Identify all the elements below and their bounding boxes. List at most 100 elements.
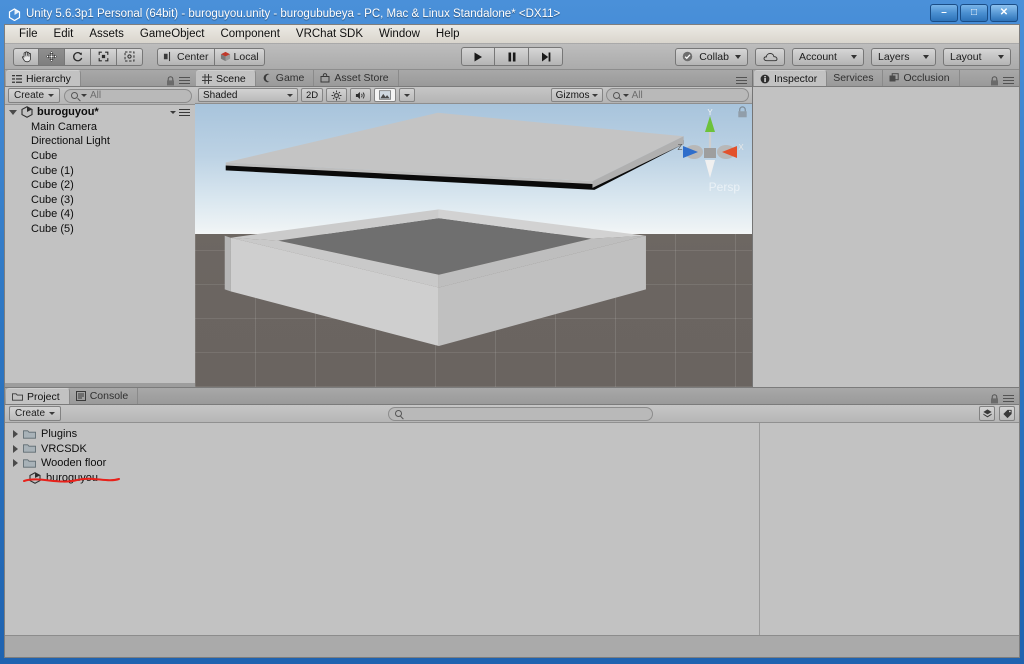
gizmo-y-label: Y bbox=[707, 108, 713, 117]
project-item-label: Plugins bbox=[41, 428, 78, 441]
window-titlebar: Unity 5.6.3p1 Personal (64bit) - buroguy… bbox=[4, 4, 1020, 24]
project-create-button[interactable]: Create bbox=[9, 406, 62, 421]
play-button[interactable] bbox=[461, 47, 495, 66]
hand-icon bbox=[21, 51, 31, 63]
hamburger-icon bbox=[179, 107, 190, 118]
scene-audio-button[interactable] bbox=[350, 88, 372, 102]
project-options-menu-icon[interactable] bbox=[1003, 393, 1014, 404]
hierarchy-item-directional-light[interactable]: Directional Light bbox=[5, 134, 195, 149]
minimize-icon: – bbox=[941, 7, 947, 18]
filter-by-label-button[interactable] bbox=[999, 406, 1015, 421]
scene-icon bbox=[21, 106, 33, 119]
tab-occlusion[interactable]: Occlusion bbox=[883, 70, 960, 86]
project-item-vrcsdk[interactable]: VRCSDK bbox=[5, 442, 759, 457]
scene-lock-icon[interactable] bbox=[737, 106, 748, 118]
layers-dropdown[interactable]: Layers bbox=[871, 47, 936, 66]
scene-context-menu-icon[interactable] bbox=[170, 107, 195, 118]
hierarchy-item-label: Main Camera bbox=[31, 120, 98, 133]
hierarchy-item-cube-5[interactable]: Cube (5) bbox=[5, 222, 195, 237]
move-icon bbox=[45, 50, 58, 63]
scene-effects-button[interactable] bbox=[374, 88, 397, 102]
folder-icon bbox=[23, 458, 36, 469]
chevron-down-icon bbox=[48, 94, 55, 97]
lock-icon[interactable] bbox=[990, 393, 999, 404]
toggle-2d-button[interactable]: 2D bbox=[301, 88, 324, 102]
gizmos-dropdown[interactable]: Gizmos bbox=[550, 88, 603, 102]
store-icon bbox=[320, 73, 330, 83]
rotate-tool-button[interactable] bbox=[65, 47, 91, 66]
hierarchy-item-main-camera[interactable]: Main Camera bbox=[5, 120, 195, 135]
hierarchy-tree[interactable]: buroguyou* Main Camera Directional Light… bbox=[5, 105, 195, 383]
menu-assets[interactable]: Assets bbox=[81, 26, 132, 42]
lock-icon[interactable] bbox=[990, 75, 999, 86]
scene-viewport[interactable]: Y X Z Persp bbox=[195, 104, 752, 387]
menu-vrchat-sdk[interactable]: VRChat SDK bbox=[288, 26, 371, 42]
tab-hierarchy-label: Hierarchy bbox=[26, 72, 71, 85]
menu-gameobject[interactable]: GameObject bbox=[132, 26, 213, 42]
tab-project[interactable]: Project bbox=[6, 388, 70, 404]
scene-lighting-button[interactable] bbox=[326, 88, 348, 102]
menu-window[interactable]: Window bbox=[371, 26, 428, 42]
rect-tool-button[interactable] bbox=[117, 47, 143, 66]
tab-inspector[interactable]: Inspector bbox=[754, 70, 828, 86]
hand-tool-button[interactable] bbox=[13, 47, 39, 66]
move-tool-button[interactable] bbox=[39, 47, 65, 66]
minimize-button[interactable]: – bbox=[930, 4, 958, 22]
occlusion-icon bbox=[889, 73, 900, 82]
project-item-wooden-floor[interactable]: Wooden floor bbox=[5, 456, 759, 471]
scene-search-input[interactable]: All bbox=[605, 88, 749, 102]
window-controls: – □ ✕ bbox=[930, 4, 1018, 22]
local-icon bbox=[220, 51, 230, 62]
menu-component[interactable]: Component bbox=[212, 26, 287, 42]
hierarchy-item-cube[interactable]: Cube bbox=[5, 149, 195, 164]
search-filter-icon bbox=[622, 93, 629, 97]
maximize-button[interactable]: □ bbox=[960, 4, 988, 22]
tab-scene[interactable]: Scene bbox=[196, 70, 256, 86]
project-item-plugins[interactable]: Plugins bbox=[5, 427, 759, 442]
hierarchy-item-cube-3[interactable]: Cube (3) bbox=[5, 193, 195, 208]
layout-dropdown[interactable]: Layout bbox=[943, 47, 1011, 66]
tab-game[interactable]: Game bbox=[256, 70, 315, 86]
tab-asset-store[interactable]: Asset Store bbox=[314, 70, 399, 86]
draw-mode-dropdown[interactable]: Shaded bbox=[198, 88, 298, 102]
hierarchy-scene-root[interactable]: buroguyou* bbox=[5, 105, 195, 120]
scene-options-menu-icon[interactable] bbox=[736, 75, 747, 86]
hierarchy-options-menu-icon[interactable] bbox=[179, 75, 190, 86]
rect-icon bbox=[124, 51, 135, 62]
project-item-buroguyou-scene[interactable]: buroguyou bbox=[5, 471, 759, 486]
tab-console[interactable]: Console bbox=[70, 388, 139, 404]
project-search-input[interactable] bbox=[387, 406, 653, 421]
hierarchy-create-button[interactable]: Create bbox=[8, 88, 61, 103]
expand-triangle-icon[interactable] bbox=[13, 459, 18, 468]
pivot-local-button[interactable]: Local bbox=[214, 47, 265, 66]
tab-hierarchy[interactable]: Hierarchy bbox=[6, 70, 81, 86]
close-button[interactable]: ✕ bbox=[990, 4, 1018, 22]
collab-check-icon bbox=[682, 51, 693, 62]
projection-mode-label[interactable]: Persp bbox=[709, 180, 740, 194]
project-asset-tree[interactable]: Plugins VRCSDK Wooden floor buroguyou bbox=[5, 423, 760, 635]
cloud-services-button[interactable] bbox=[755, 47, 785, 66]
hierarchy-item-cube-4[interactable]: Cube (4) bbox=[5, 207, 195, 222]
collab-dropdown[interactable]: Collab bbox=[675, 47, 748, 66]
expand-triangle-icon[interactable] bbox=[13, 430, 18, 439]
scene-effects-dropdown[interactable] bbox=[399, 88, 416, 102]
filter-by-type-button[interactable] bbox=[979, 406, 995, 421]
filter-label-icon bbox=[1002, 409, 1012, 419]
expand-triangle-icon[interactable] bbox=[13, 444, 18, 453]
menu-file[interactable]: File bbox=[11, 26, 46, 42]
hierarchy-item-cube-2[interactable]: Cube (2) bbox=[5, 178, 195, 193]
hierarchy-item-cube-1[interactable]: Cube (1) bbox=[5, 163, 195, 178]
hierarchy-search-input[interactable]: All bbox=[64, 88, 192, 103]
pause-button[interactable] bbox=[495, 47, 529, 66]
inspector-options-menu-icon[interactable] bbox=[1003, 75, 1014, 86]
menu-edit[interactable]: Edit bbox=[46, 26, 82, 42]
scene-tabstrip: Scene Game Asset Store bbox=[195, 70, 752, 87]
pivot-center-button[interactable]: Center bbox=[157, 47, 215, 66]
account-dropdown[interactable]: Account bbox=[792, 47, 864, 66]
tab-services[interactable]: Services bbox=[827, 70, 884, 86]
scale-tool-button[interactable] bbox=[91, 47, 117, 66]
lock-icon[interactable] bbox=[166, 75, 175, 86]
step-button[interactable] bbox=[529, 47, 563, 66]
menu-help[interactable]: Help bbox=[428, 26, 468, 42]
foldout-icon[interactable] bbox=[9, 109, 17, 115]
